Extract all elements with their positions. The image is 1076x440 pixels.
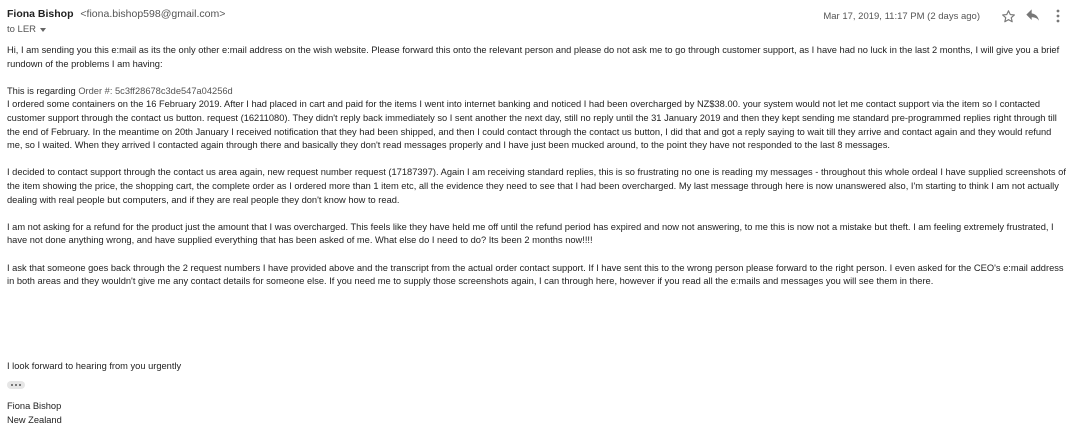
regarding-line: This is regarding Order #: 5c3ff28678c3d…	[7, 85, 1069, 99]
message-date: Mar 17, 2019, 11:17 PM (2 days ago)	[823, 10, 980, 22]
recipient-label: to LER	[7, 24, 37, 35]
second-request-paragraph: I decided to contact support through the…	[7, 167, 1066, 205]
closing-line: I look forward to hearing from you urgen…	[7, 361, 182, 371]
message-header: Fiona Bishop <fiona.bishop598@gmail.com>…	[7, 8, 1068, 38]
greeting-paragraph: Hi, I am sending you this e:mail as its …	[7, 45, 1060, 69]
recipient-details-toggle[interactable]: to LER	[7, 24, 47, 36]
sender-email: <fiona.bishop598@gmail.com>	[80, 8, 226, 20]
ellipsis-dot	[19, 384, 21, 386]
order-reference: Order #: 5c3ff28678c3de547a04256d	[78, 85, 233, 96]
message-body: Hi, I am sending you this e:mail as its …	[7, 44, 1069, 302]
refund-paragraph: I am not asking for a refund for the pro…	[7, 221, 1054, 246]
more-vert-icon[interactable]	[1048, 8, 1068, 24]
reply-icon[interactable]	[1023, 8, 1043, 24]
ellipsis-dot	[11, 384, 13, 386]
story-paragraph: I ordered some containers on the 16 Febr…	[7, 99, 1057, 151]
show-trimmed-content-button[interactable]	[7, 381, 25, 389]
signature-name: Fiona Bishop	[7, 401, 62, 411]
star-icon[interactable]	[998, 8, 1018, 24]
message-meta: Mar 17, 2019, 11:17 PM (2 days ago)	[823, 8, 1068, 24]
sender-name[interactable]: Fiona Bishop	[7, 8, 74, 20]
sender-line: Fiona Bishop <fiona.bishop598@gmail.com>	[7, 8, 225, 21]
regarding-prefix: This is regarding	[7, 85, 79, 96]
request-paragraph: I ask that someone goes back through the…	[7, 262, 1064, 287]
chevron-down-icon[interactable]	[40, 28, 47, 32]
signature-location: New Zealand	[7, 415, 62, 425]
signature: Fiona Bishop New Zealand	[7, 399, 62, 427]
ellipsis-dot	[15, 384, 17, 386]
